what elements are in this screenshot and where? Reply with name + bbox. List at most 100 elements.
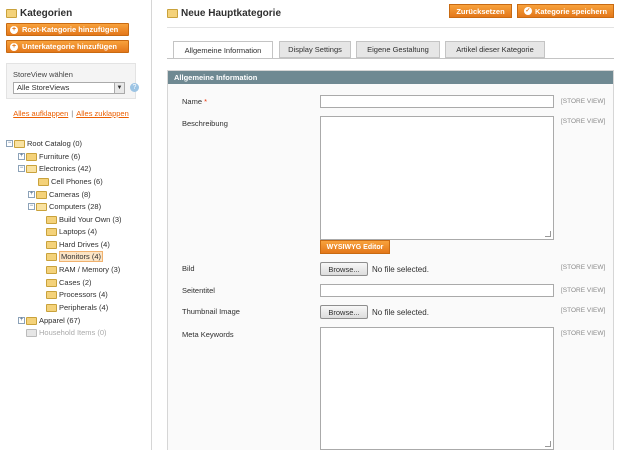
tree-node-cell-phones[interactable]: Cell Phones (6): [38, 176, 103, 187]
folder-icon: [46, 215, 57, 224]
tab-category-products[interactable]: Artikel dieser Kategorie: [445, 41, 545, 58]
add-subcategory-button[interactable]: + Unterkategorie hinzufügen: [6, 40, 129, 53]
tab-custom-design[interactable]: Eigene Gestaltung: [356, 41, 440, 58]
description-textarea[interactable]: [320, 116, 554, 240]
help-icon[interactable]: ?: [130, 83, 139, 92]
tree-node-processors[interactable]: Processors (4): [46, 289, 108, 300]
tree-node-household-items[interactable]: Household Items (0): [26, 327, 107, 338]
tab-general-information[interactable]: Allgemeine Information: [173, 41, 273, 59]
tree-node-label: Cameras (8): [49, 190, 91, 199]
thumbnail-browse-button[interactable]: Browse...: [320, 305, 368, 319]
sidebar-title: Kategorien: [20, 7, 73, 19]
tree-node-build-your-own[interactable]: Build Your Own (3): [46, 214, 122, 225]
image-file-status: No file selected.: [372, 265, 429, 274]
tree-node-hard-drives[interactable]: Hard Drives (4): [46, 239, 110, 250]
store-view-scope: [STORE VIEW]: [561, 98, 606, 105]
tab-label: Eigene Gestaltung: [367, 45, 429, 54]
required-mark: *: [204, 97, 208, 106]
storeview-select[interactable]: Alle StoreViews ▼: [13, 82, 125, 94]
page-title-input[interactable]: [320, 284, 554, 297]
folder-icon: [46, 303, 57, 312]
wysiwyg-editor-button[interactable]: WYSIWYG Editor: [320, 240, 390, 254]
tab-label: Allgemeine Information: [184, 45, 262, 55]
tree-node-cases[interactable]: Cases (2): [46, 277, 92, 288]
storeview-label: StoreView wählen: [13, 70, 73, 79]
tree-expand-controls: Alles aufklappen | Alles zuklappen: [6, 107, 136, 120]
store-view-scope: [STORE VIEW]: [561, 264, 606, 271]
folder-icon: [46, 227, 57, 236]
check-icon: ✓: [523, 7, 532, 15]
tree-node-label: Hard Drives (4): [59, 240, 110, 249]
collapse-all-link[interactable]: Alles zuklappen: [76, 109, 129, 118]
storeview-switcher: StoreView wählen Alle StoreViews ▼ ?: [6, 63, 139, 99]
folder-icon: [46, 252, 57, 261]
tree-node-label: Furniture (6): [39, 152, 81, 161]
tree-node-label: Apparel (67): [39, 316, 81, 325]
add-root-category-label: Root-Kategorie hinzufügen: [22, 25, 119, 34]
tree-node-apparel[interactable]: + Apparel (67): [18, 315, 80, 326]
tree-node-peripherals[interactable]: Peripherals (4): [46, 302, 108, 313]
folder-icon: [46, 265, 57, 274]
tree-node-label: Laptops (4): [59, 227, 97, 236]
tree-node-label: Processors (4): [59, 290, 108, 299]
expand-all-link[interactable]: Alles aufklappen: [13, 109, 68, 118]
meta-keywords-textarea[interactable]: [320, 327, 554, 450]
collapse-toggle-icon[interactable]: −: [6, 140, 13, 147]
name-input[interactable]: [320, 95, 554, 108]
tree-node-cameras[interactable]: + Cameras (8): [28, 189, 91, 200]
chevron-down-icon: ▼: [114, 83, 124, 93]
folder-icon: [46, 240, 57, 249]
image-label: Bild: [182, 264, 195, 273]
plus-icon: +: [10, 42, 18, 51]
tree-node-monitors[interactable]: Monitors (4): [46, 251, 104, 262]
tree-node-ram-memory[interactable]: RAM / Memory (3): [46, 264, 120, 275]
save-category-button[interactable]: ✓ Kategorie speichern: [517, 4, 614, 18]
reset-button[interactable]: Zurücksetzen: [449, 4, 512, 18]
folder-icon: [46, 290, 57, 299]
folder-open-icon: [26, 164, 37, 173]
name-label: Name *: [182, 97, 207, 106]
folder-icon: [46, 278, 57, 287]
tree-node-label: Monitors (4): [59, 251, 104, 262]
collapse-toggle-icon[interactable]: −: [28, 203, 35, 210]
add-root-category-button[interactable]: + Root-Kategorie hinzufügen: [6, 23, 129, 36]
folder-open-icon: [14, 139, 25, 148]
tree-node-label: Root Catalog (0): [27, 139, 83, 148]
tree-node-electronics[interactable]: − Electronics (42): [18, 163, 91, 174]
browse-label: Browse...: [328, 307, 360, 317]
store-view-scope: [STORE VIEW]: [561, 287, 606, 294]
link-separator: |: [71, 109, 74, 118]
thumbnail-image-label: Thumbnail Image: [182, 307, 240, 316]
tab-label: Display Settings: [288, 45, 342, 54]
tree-node-computers[interactable]: − Computers (28): [28, 201, 101, 212]
tree-node-label: Cell Phones (6): [51, 177, 103, 186]
category-sidebar: Kategorien + Root-Kategorie hinzufügen +…: [0, 0, 152, 450]
tree-node-root-catalog[interactable]: − Root Catalog (0): [6, 138, 82, 149]
resize-grip-icon[interactable]: [545, 231, 551, 237]
page-title: Neue Hauptkategorie: [181, 7, 282, 19]
folder-icon: [6, 8, 17, 18]
tab-divider: [167, 58, 614, 59]
folder-icon: [26, 152, 37, 161]
browse-label: Browse...: [328, 264, 360, 274]
tree-node-label: Build Your Own (3): [59, 215, 122, 224]
store-view-scope: [STORE VIEW]: [561, 307, 606, 314]
expand-toggle-icon[interactable]: +: [28, 191, 35, 198]
expand-toggle-icon[interactable]: +: [18, 317, 25, 324]
save-category-label: Kategorie speichern: [534, 6, 608, 16]
page-title-label: Seitentitel: [182, 286, 215, 295]
folder-icon: [36, 190, 47, 199]
meta-keywords-label: Meta Keywords: [182, 330, 234, 339]
expand-toggle-icon[interactable]: +: [18, 153, 25, 160]
name-label-text: Name: [182, 97, 203, 106]
tree-node-furniture[interactable]: + Furniture (6): [18, 151, 80, 162]
tab-label: Artikel dieser Kategorie: [456, 45, 534, 54]
tree-node-laptops[interactable]: Laptops (4): [46, 226, 97, 237]
header-divider: [167, 27, 614, 28]
resize-grip-icon[interactable]: [545, 441, 551, 447]
tab-display-settings[interactable]: Display Settings: [279, 41, 351, 58]
add-subcategory-label: Unterkategorie hinzufügen: [22, 42, 118, 51]
image-browse-button[interactable]: Browse...: [320, 262, 368, 276]
collapse-toggle-icon[interactable]: −: [18, 165, 25, 172]
folder-icon: [167, 8, 178, 18]
